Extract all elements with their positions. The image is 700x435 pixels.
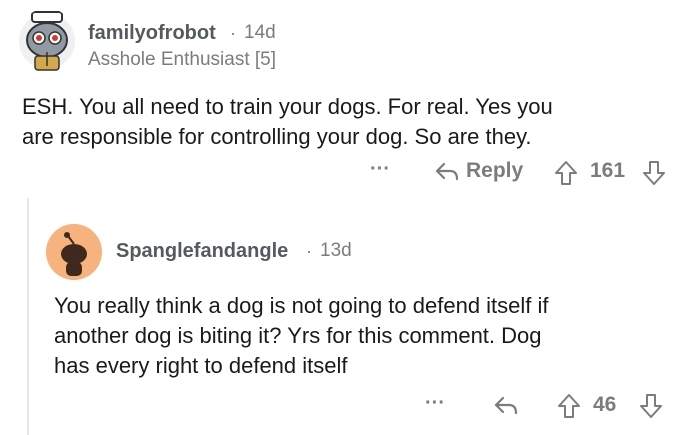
comment-body-line: another dog is biting it? Yrs for this c… bbox=[54, 323, 542, 348]
downvote-arrow-icon bbox=[640, 394, 662, 418]
comment-age: 13d bbox=[320, 240, 352, 261]
thread-line[interactable] bbox=[27, 198, 29, 435]
comment-actions: ··· 46 bbox=[425, 392, 690, 422]
meta-separator: · bbox=[230, 23, 236, 43]
downvote-arrow-icon bbox=[643, 161, 665, 185]
comment-body-line: You really think a dog is not going to d… bbox=[54, 293, 549, 318]
username[interactable]: Spanglefandangle bbox=[116, 240, 288, 263]
reply-arrow-icon bbox=[434, 160, 460, 182]
comment-body: You really think a dog is not going to d… bbox=[54, 291, 684, 381]
comment-body: ESH. You all need to train your dogs. Fo… bbox=[22, 92, 682, 152]
vote-score: 161 bbox=[590, 159, 626, 182]
more-options-button[interactable]: ··· bbox=[370, 158, 390, 181]
upvote-arrow-icon bbox=[555, 161, 577, 185]
vote-score: 46 bbox=[593, 393, 617, 416]
user-flair: Asshole Enthusiast [5] bbox=[88, 49, 276, 70]
upvote-button[interactable] bbox=[554, 160, 578, 186]
reply-arrow-icon bbox=[494, 396, 518, 415]
reply-button[interactable]: Reply bbox=[434, 159, 523, 183]
comment-age: 14d bbox=[244, 22, 276, 43]
downvote-button[interactable] bbox=[639, 393, 663, 419]
robot-avatar-icon bbox=[19, 11, 75, 71]
downvote-button[interactable] bbox=[642, 160, 666, 186]
more-options-button[interactable]: ··· bbox=[425, 392, 445, 415]
reply-button[interactable] bbox=[493, 394, 519, 416]
comment-body-line: are responsible for controlling your dog… bbox=[22, 124, 532, 149]
upvote-button[interactable] bbox=[557, 393, 581, 419]
comment-body-line: ESH. You all need to train your dogs. Fo… bbox=[22, 94, 553, 119]
meta-separator: · bbox=[306, 241, 312, 261]
comment-body-line: has every right to defend itself bbox=[54, 353, 348, 378]
comment-actions: ··· Reply 161 bbox=[370, 158, 690, 188]
default-snoo-avatar-icon bbox=[46, 224, 102, 280]
upvote-arrow-icon bbox=[558, 394, 580, 418]
avatar[interactable] bbox=[46, 224, 102, 280]
avatar[interactable] bbox=[18, 8, 76, 74]
username[interactable]: familyofrobot bbox=[88, 22, 216, 45]
reply-label: Reply bbox=[466, 159, 524, 182]
